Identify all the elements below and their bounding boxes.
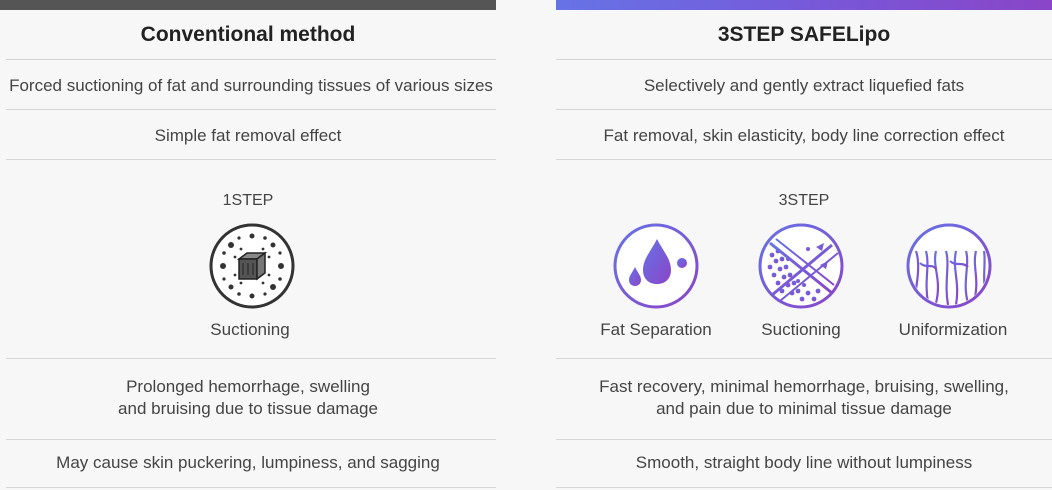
safelipo-step-fat-separation: Fat Separation bbox=[600, 320, 712, 339]
divider bbox=[556, 59, 1052, 60]
conventional-column: Conventional method Forced suctioning of… bbox=[0, 0, 496, 490]
divider bbox=[556, 358, 1052, 359]
conventional-step-suctioning: Suctioning bbox=[210, 320, 290, 339]
safelipo-step-uniformization: Uniformization bbox=[898, 320, 1008, 339]
conventional-header-bar bbox=[0, 0, 496, 10]
divider bbox=[6, 487, 496, 488]
safelipo-title: 3STEP SAFELipo bbox=[717, 23, 891, 46]
safelipo-step-label: 3STEP bbox=[778, 192, 830, 209]
divider bbox=[6, 109, 496, 110]
divider bbox=[556, 109, 1052, 110]
safelipo-row-result: Smooth, straight body line without lumpi… bbox=[635, 453, 973, 472]
safelipo-step-suctioning: Suctioning bbox=[761, 320, 841, 339]
conventional-step-label: 1STEP bbox=[222, 192, 274, 209]
safelipo-recovery-line2: and pain due to minimal tissue damage bbox=[656, 399, 952, 418]
divider bbox=[6, 159, 496, 160]
divider bbox=[6, 59, 496, 60]
conventional-row-effect: Simple fat removal effect bbox=[154, 126, 342, 145]
divider bbox=[556, 487, 1052, 488]
safelipo-recovery-line1: Fast recovery, minimal hemorrhage, bruis… bbox=[599, 377, 1009, 396]
conventional-row-result: May cause skin puckering, lumpiness, and… bbox=[56, 453, 440, 472]
suction-box-icon bbox=[209, 223, 295, 309]
droplet-icon bbox=[613, 223, 699, 309]
uniform-icon bbox=[906, 223, 992, 309]
divider bbox=[6, 358, 496, 359]
safelipo-row-effect: Fat removal, skin elasticity, body line … bbox=[603, 126, 1005, 145]
conventional-title: Conventional method bbox=[140, 23, 356, 46]
safelipo-row-method: Selectively and gently extract liquefied… bbox=[643, 76, 965, 95]
divider bbox=[6, 439, 496, 440]
divider bbox=[556, 159, 1052, 160]
conventional-recovery-line1: Prolonged hemorrhage, swelling bbox=[126, 377, 370, 396]
safelipo-row-recovery: Fast recovery, minimal hemorrhage, bruis… bbox=[556, 376, 1052, 420]
conventional-row-recovery: Prolonged hemorrhage, swelling and bruis… bbox=[0, 376, 496, 420]
divider bbox=[556, 439, 1052, 440]
conventional-row-method: Forced suctioning of fat and surrounding… bbox=[9, 76, 493, 95]
suction-icon bbox=[758, 223, 844, 309]
safelipo-header-bar bbox=[556, 0, 1052, 10]
safelipo-column: 3STEP SAFELipo Selectively and gently ex… bbox=[556, 0, 1052, 490]
conventional-recovery-line2: and bruising due to tissue damage bbox=[118, 399, 378, 418]
